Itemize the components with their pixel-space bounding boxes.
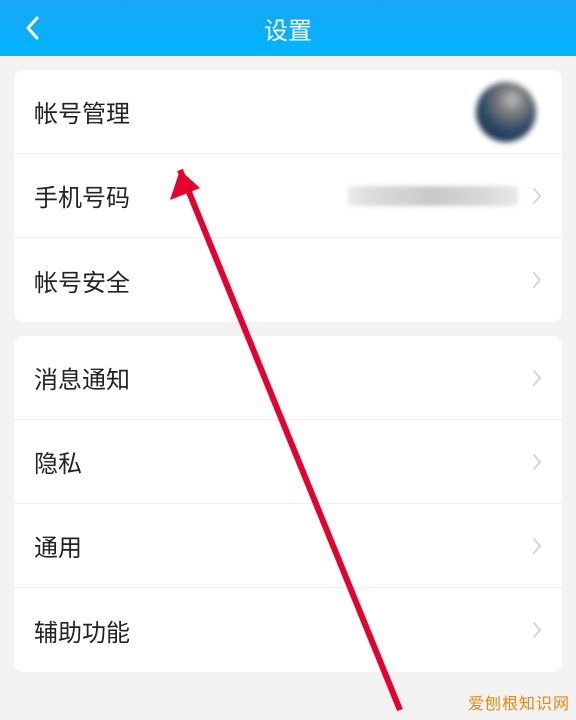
chevron-right-icon bbox=[532, 453, 542, 471]
row-label: 消息通知 bbox=[34, 360, 130, 395]
row-label: 帐号安全 bbox=[34, 263, 130, 298]
row-general[interactable]: 通用 bbox=[14, 504, 562, 588]
row-account-security[interactable]: 帐号安全 bbox=[14, 238, 562, 322]
chevron-left-icon bbox=[25, 16, 39, 40]
row-privacy[interactable]: 隐私 bbox=[14, 420, 562, 504]
row-notifications[interactable]: 消息通知 bbox=[14, 336, 562, 420]
row-label: 通用 bbox=[34, 528, 82, 563]
row-accessibility[interactable]: 辅助功能 bbox=[14, 588, 562, 672]
settings-group-account: 帐号管理 手机号码 帐号安全 bbox=[14, 70, 562, 322]
chevron-right-icon bbox=[532, 621, 542, 639]
page-title: 设置 bbox=[0, 11, 576, 46]
settings-group-general: 消息通知 隐私 通用 辅助功能 bbox=[14, 336, 562, 672]
back-button[interactable] bbox=[18, 14, 46, 42]
row-label: 帐号管理 bbox=[34, 94, 130, 129]
row-label: 手机号码 bbox=[34, 178, 130, 213]
avatar bbox=[476, 82, 536, 142]
chevron-right-icon bbox=[532, 369, 542, 387]
chevron-right-icon bbox=[532, 537, 542, 555]
header-bar: 设置 bbox=[0, 0, 576, 56]
chevron-right-icon bbox=[532, 271, 542, 289]
row-phone-number[interactable]: 手机号码 bbox=[14, 154, 562, 238]
row-label: 辅助功能 bbox=[34, 613, 130, 648]
chevron-right-icon bbox=[532, 187, 542, 205]
watermark: 爱刨根知识网 bbox=[468, 690, 570, 714]
phone-value-redacted bbox=[348, 186, 518, 206]
row-label: 隐私 bbox=[34, 444, 82, 479]
row-account-manage[interactable]: 帐号管理 bbox=[14, 70, 562, 154]
